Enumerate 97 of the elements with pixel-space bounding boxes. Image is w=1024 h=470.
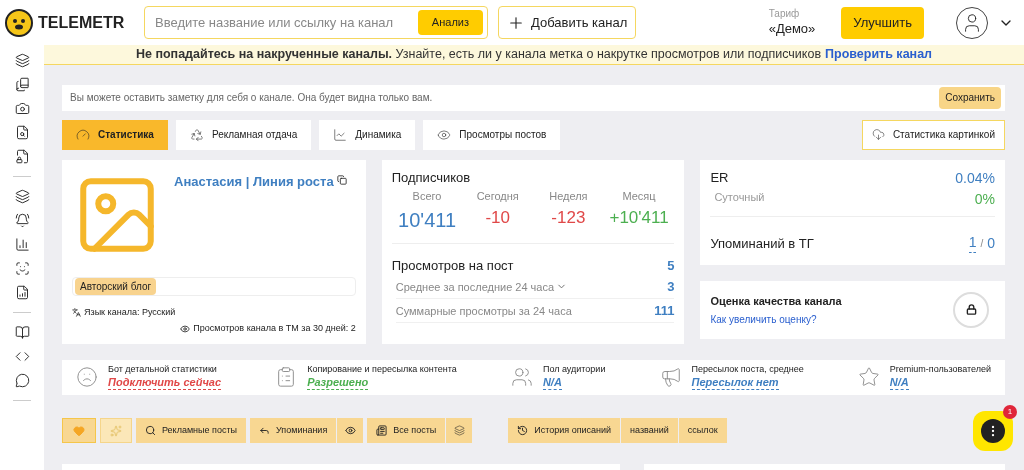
tm-views-text: Просмотров канала в ТМ за 30 дней: 2: [193, 322, 356, 336]
subscribers-title: Подписчиков: [391, 168, 472, 187]
column-label: Неделя: [549, 189, 588, 205]
views-title: Просмотров на пост: [391, 256, 514, 275]
improve-score-link[interactable]: Как увеличить оценку?: [710, 312, 842, 327]
camera-icon[interactable]: [14, 101, 30, 116]
history-button[interactable]: История описаний: [508, 418, 621, 444]
feature-value[interactable]: N/A: [542, 375, 562, 391]
views-row-label: Суммарные просмотры за 24 часа: [395, 303, 572, 319]
tab[interactable]: Статистика: [62, 119, 168, 150]
file-search-icon[interactable]: [14, 125, 30, 140]
posts-filter-button[interactable]: Все посты: [367, 418, 446, 444]
column-label: Сегодня: [476, 189, 519, 205]
feature-value[interactable]: Пересылок нет: [691, 375, 779, 391]
column-label: Всего: [412, 189, 442, 205]
bell-icon[interactable]: [14, 213, 30, 228]
tab[interactable]: Просмотры постов: [423, 119, 561, 150]
mentions-value: 0: [987, 233, 995, 253]
history-icon: [517, 425, 529, 437]
feature-value[interactable]: Подключить сейчас: [108, 375, 222, 391]
daily-label: Суточный: [714, 189, 765, 205]
tariff-name: «Демо»: [768, 20, 816, 37]
export-image-button[interactable]: Статистика картинкой: [861, 119, 1005, 150]
cloud-download-icon: [871, 128, 885, 142]
scan-face-icon[interactable]: [14, 261, 30, 276]
column-label: Месяц: [622, 189, 656, 205]
category-tag: Авторский блог: [75, 277, 157, 295]
file-lock-icon[interactable]: [14, 149, 30, 164]
chart-icon: [333, 127, 348, 142]
newspaper-icon: [376, 425, 388, 437]
chat-button[interactable]: [973, 410, 1013, 451]
check-channel-link[interactable]: Проверить канал: [825, 45, 933, 64]
sparkle-icon: [110, 424, 122, 437]
feature-value[interactable]: N/A: [889, 375, 909, 391]
subscriber-value: +10'411: [609, 206, 669, 229]
language-icon: [72, 308, 81, 317]
channel-name[interactable]: Анастасия | Линия роста: [174, 171, 334, 192]
subscriber-value: -10: [485, 206, 510, 229]
views-row-value: 3: [667, 278, 675, 296]
tariff-label: Тариф: [768, 8, 801, 21]
gauge-icon: [76, 127, 90, 142]
heart-icon: [73, 424, 85, 437]
views-value: 5: [667, 256, 675, 275]
book-icon[interactable]: [14, 325, 30, 340]
star-icon: [857, 366, 880, 389]
history-button[interactable]: ссылок: [678, 418, 727, 444]
lock-icon: [953, 291, 989, 328]
notification-badge: 1: [1003, 404, 1017, 419]
feature-title: Бот детальной статистики: [108, 364, 218, 376]
layers-icon[interactable]: [14, 53, 30, 68]
copy-icon[interactable]: [336, 174, 347, 185]
banner-text: Не попадайтесь на накрученные каналы. Узнайте, есть ли у канала метка о накрутке просмотров или подписчиков: [135, 46, 822, 63]
file-chart-icon[interactable]: [14, 285, 30, 300]
views-row-label: Среднее за последние 24 часа: [395, 279, 555, 295]
analyze-button[interactable]: Анализ: [417, 10, 483, 35]
books-icon[interactable]: [14, 77, 30, 92]
dog-logo-icon: [4, 7, 34, 38]
recycle-icon: [189, 127, 204, 142]
reply-icon: [259, 425, 270, 437]
eye-icon: [344, 425, 356, 437]
language-text: Язык канала: Русский: [84, 305, 176, 319]
quality-title: Оценка качества канала: [710, 293, 842, 309]
eye-icon: [180, 324, 191, 334]
bar-chart-icon[interactable]: [14, 237, 30, 252]
layers-icon[interactable]: [14, 189, 30, 204]
search-icon: [145, 425, 156, 437]
daily-value: 0%: [974, 189, 995, 209]
er-value: 0.04%: [955, 168, 995, 188]
layers-button[interactable]: [446, 418, 473, 444]
people-icon: [510, 366, 533, 389]
history-button[interactable]: названий: [621, 418, 678, 444]
search-field[interactable]: Введите название или ссылку на канал Анализ: [144, 6, 488, 39]
logo-text: TELEMETR: [38, 12, 125, 33]
save-button[interactable]: Сохранить: [939, 86, 1001, 109]
eye-icon: [437, 127, 452, 142]
posts-filter-button[interactable]: Рекламные посты: [136, 418, 246, 444]
mentions-title: Упоминаний в ТГ: [710, 234, 814, 253]
eye-button[interactable]: [337, 418, 364, 444]
feature-title: Копирование и пересылка контента: [307, 364, 457, 376]
separator: /: [980, 236, 984, 251]
subscriber-value: 10'411: [398, 207, 456, 233]
tab[interactable]: Рекламная отдача: [175, 119, 312, 150]
megaphone-icon: [659, 366, 682, 389]
upgrade-button[interactable]: Улучшить: [841, 6, 924, 39]
add-channel-button[interactable]: Добавить канал: [498, 6, 637, 39]
note-field[interactable]: Вы можете оставить заметку для себя о канале. Она будет видна только вам. Сохранить: [62, 84, 1005, 111]
feature-title: Пересылок поста, среднее: [691, 364, 804, 376]
er-title: ER: [710, 168, 729, 187]
tab[interactable]: Динамика: [319, 119, 416, 150]
sad-face-icon: [76, 366, 98, 389]
mentions-value[interactable]: 1: [968, 234, 977, 253]
posts-filter-button[interactable]: Упоминания: [250, 418, 337, 444]
layers-icon: [453, 425, 465, 437]
feature-title: Premium-пользователей: [889, 364, 991, 376]
subscriber-value: -123: [551, 206, 586, 229]
feature-title: Пол аудитории: [542, 364, 606, 376]
views-row-value: 111: [654, 302, 675, 320]
